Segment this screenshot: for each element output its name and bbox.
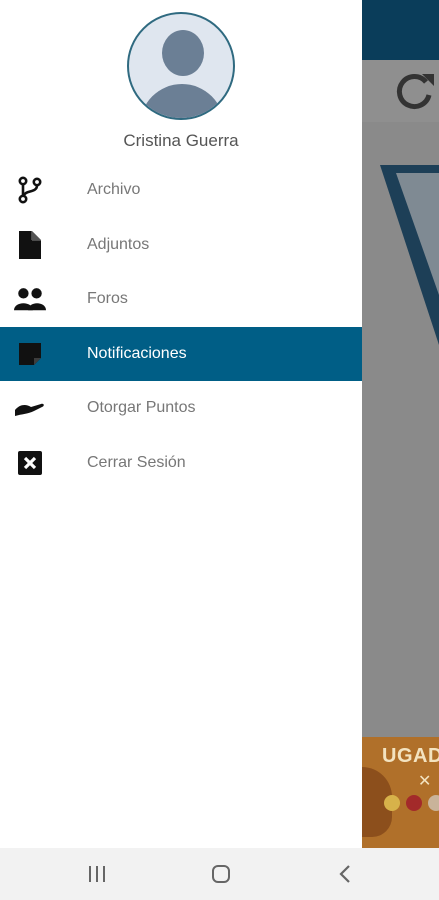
- avatar[interactable]: [127, 12, 235, 120]
- refresh-icon: [392, 68, 438, 114]
- drawer-menu: Archivo Adjuntos Foros Notificaciones Ot…: [0, 163, 362, 490]
- menu-item-label: Foros: [87, 290, 128, 308]
- menu-item-label: Cerrar Sesión: [87, 453, 186, 471]
- menu-item-label: Otorgar Puntos: [87, 399, 196, 417]
- hand-giving-icon: [14, 392, 46, 424]
- menu-item-otorgar-puntos[interactable]: Otorgar Puntos: [0, 381, 362, 436]
- file-icon: [14, 229, 46, 261]
- users-icon: [14, 283, 46, 315]
- system-navigation-bar: [0, 848, 439, 900]
- menu-item-label: Archivo: [87, 181, 141, 199]
- user-name: Cristina Guerra: [123, 131, 239, 150]
- menu-item-archivo[interactable]: Archivo: [0, 163, 362, 218]
- back-icon[interactable]: [330, 860, 360, 888]
- menu-item-adjuntos[interactable]: Adjuntos: [0, 218, 362, 273]
- close-box-icon: [14, 447, 46, 479]
- menu-item-label: Adjuntos: [87, 235, 150, 253]
- sticky-note-icon: [14, 338, 46, 370]
- background-ad-banner: UGADA ✕: [362, 737, 439, 848]
- navigation-drawer: Cristina Guerra Archivo Adjuntos Foros N…: [0, 0, 362, 848]
- banner-text: UGADA: [382, 745, 439, 767]
- menu-item-foros[interactable]: Foros: [0, 272, 362, 327]
- menu-item-cerrar-sesion[interactable]: Cerrar Sesión: [0, 436, 362, 491]
- home-icon[interactable]: [206, 860, 236, 888]
- menu-item-notificaciones[interactable]: Notificaciones: [0, 326, 362, 381]
- background-topbar: [362, 0, 439, 60]
- recent-apps-icon[interactable]: [82, 860, 112, 888]
- background-graphic: [380, 165, 439, 345]
- menu-item-label: Notificaciones: [87, 344, 187, 362]
- source-branch-icon: [14, 174, 46, 206]
